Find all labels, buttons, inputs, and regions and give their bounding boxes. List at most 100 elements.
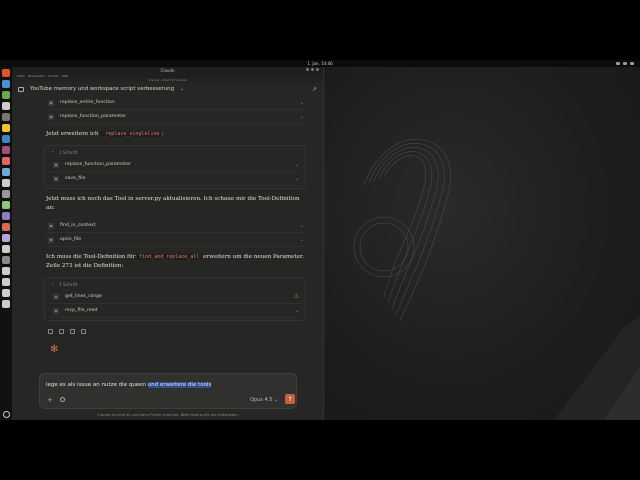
- sidebar-toggle-icon[interactable]: [18, 86, 24, 92]
- retry-icon[interactable]: [81, 329, 86, 334]
- claude-window: Claude Datei Bearbeiten Ansicht Hilfe Claud…: [12, 67, 324, 420]
- tool-name: get_lines_range: [65, 294, 102, 299]
- dock-app-icon[interactable]: [2, 256, 10, 264]
- message-composer[interactable]: lege es als issue an nutze die queen und…: [39, 373, 297, 409]
- chevron-down-icon: ⌄: [274, 397, 279, 403]
- close-icon[interactable]: [316, 68, 319, 71]
- dock-app-icon[interactable]: [2, 234, 10, 242]
- chevron-down-icon: ⌄: [294, 161, 299, 168]
- power-icon[interactable]: [2, 411, 10, 418]
- dock-app-icon[interactable]: [2, 135, 10, 143]
- tool-name: replace_function_parameter: [65, 162, 131, 167]
- dock-app-icon[interactable]: [2, 146, 10, 154]
- tool-call-row[interactable]: Mopen_file ⌄: [44, 233, 306, 247]
- model-selector[interactable]: Opus 4.5 ⌄: [250, 397, 278, 403]
- tool-name: replace_entire_function: [60, 100, 115, 105]
- tool-call-row[interactable]: Msave_file ⌄: [49, 172, 301, 186]
- tool-list: Gget_lines_range ⚠ Mmcp_file_read ⌄: [49, 290, 301, 318]
- model-name: Opus 4.5: [250, 397, 273, 403]
- dock-app-icon[interactable]: [2, 267, 10, 275]
- clock-icon[interactable]: [60, 397, 65, 402]
- menu-item[interactable]: Hilfe: [62, 74, 69, 78]
- message-text: Ich muss die Tool-Definition für: [46, 254, 136, 260]
- chevron-up-icon: ⌃: [51, 282, 55, 288]
- window-subtitle: Claude – Chat mit Claude: [148, 78, 187, 82]
- tool-call-row[interactable]: Mmcp_file_read ⌄: [49, 304, 301, 318]
- minimize-icon[interactable]: [306, 68, 309, 71]
- dock-app-icon[interactable]: [2, 289, 10, 297]
- dock-app-icon[interactable]: [2, 168, 10, 176]
- dock-app-icon[interactable]: [2, 91, 10, 99]
- tool-name: open_file: [60, 237, 82, 242]
- tool-call-row[interactable]: Mreplace_entire_function ⌄: [44, 96, 306, 110]
- dock-app-icon[interactable]: [2, 278, 10, 286]
- tool-group-2: ⌃ 1 Schritt Gget_lines_range ⚠ Mmcp_file_r…: [44, 277, 306, 321]
- dock-app-icon[interactable]: [2, 300, 10, 308]
- step-count: 1 Schritt: [58, 282, 78, 288]
- share-icon[interactable]: ↗: [312, 86, 317, 93]
- clock[interactable]: 1. Jan. 14:46: [307, 61, 332, 66]
- dock-app-icon[interactable]: [2, 245, 10, 253]
- volume-icon[interactable]: [623, 62, 627, 65]
- copy-icon[interactable]: [48, 329, 53, 334]
- claude-spinner-icon: ✻: [50, 344, 59, 355]
- dock-app-icon[interactable]: [2, 157, 10, 165]
- dock-app-icon[interactable]: [2, 113, 10, 121]
- menu-item[interactable]: Bearbeiten: [28, 74, 44, 78]
- tool-group-header[interactable]: ⌃ 1 Schritt: [49, 280, 301, 290]
- dock: [0, 67, 12, 420]
- chevron-down-icon[interactable]: ⌄: [180, 86, 184, 92]
- chevron-down-icon: ⌄: [294, 175, 299, 182]
- desktop: 1. Jan. 14:46 Claude Datei Bearbeiten An…: [0, 60, 640, 420]
- chevron-down-icon: ⌄: [299, 222, 304, 229]
- chevron-up-icon: ⌃: [51, 150, 55, 156]
- thumbs-down-icon[interactable]: [70, 329, 75, 334]
- dock-app-icon[interactable]: [2, 212, 10, 220]
- system-tray[interactable]: [616, 60, 634, 67]
- menu-item[interactable]: Datei: [17, 74, 25, 78]
- disclaimer: Claude ist eine KI und kann Fehler mache…: [97, 412, 239, 417]
- message-text: :: [161, 131, 164, 137]
- send-button[interactable]: ↑: [285, 394, 295, 404]
- network-icon[interactable]: [616, 62, 620, 65]
- conversation-title[interactable]: YouTube memory und workspace script verb…: [30, 86, 174, 92]
- tool-icon: M: [48, 222, 54, 229]
- dock-app-icon[interactable]: [2, 201, 10, 209]
- thumbs-up-icon[interactable]: [59, 329, 64, 334]
- composer-input[interactable]: lege es als issue an nutze die queen und…: [46, 382, 212, 388]
- tool-icon: G: [53, 293, 59, 300]
- menu-item[interactable]: Ansicht: [48, 74, 59, 78]
- inline-code: _replace_singleline: [100, 131, 162, 137]
- dock-app-icon[interactable]: [2, 124, 10, 132]
- tool-name: find_in_context: [60, 223, 96, 228]
- assistant-message-2: Jetzt muss ich noch das Tool in server.p…: [46, 196, 300, 211]
- tool-call-row[interactable]: Mreplace_function_parameter ⌄: [49, 158, 301, 172]
- tool-icon: M: [53, 161, 59, 168]
- tool-call-row[interactable]: Gget_lines_range ⚠: [49, 290, 301, 304]
- plus-icon[interactable]: +: [47, 396, 53, 404]
- inline-code: find_and_replace_all: [137, 254, 202, 260]
- chat-transcript: Mreplace_entire_function ⌄ Mreplace_functi…: [44, 96, 306, 355]
- chevron-down-icon: ⌄: [299, 236, 304, 243]
- dock-app-icon[interactable]: [2, 190, 10, 198]
- dock-app-icon[interactable]: [2, 80, 10, 88]
- top-bar: 1. Jan. 14:46: [0, 60, 640, 67]
- tool-call-row[interactable]: Mfind_in_context ⌄: [44, 219, 306, 233]
- battery-icon[interactable]: [630, 62, 634, 65]
- message-text: Jetzt erweitere ich: [46, 131, 99, 137]
- tool-icon: M: [48, 113, 54, 120]
- dock-app-icon[interactable]: [2, 179, 10, 187]
- dock-app-icon[interactable]: [2, 102, 10, 110]
- maximize-icon[interactable]: [311, 68, 314, 71]
- message-actions: [48, 329, 306, 334]
- dock-app-icon[interactable]: [2, 223, 10, 231]
- tool-list-mid: Mfind_in_context ⌄ Mopen_file ⌄: [44, 219, 306, 247]
- tool-icon: M: [53, 175, 59, 182]
- tool-call-row[interactable]: Mreplace_function_parameter ⌄: [44, 110, 306, 124]
- assistant-message-1: Jetzt erweitere ich _replace_singleline:: [46, 130, 306, 139]
- chevron-down-icon: ⌄: [299, 113, 304, 120]
- chevron-down-icon: ⌄: [299, 99, 304, 106]
- assistant-message-3: Ich muss die Tool-Definition für find_an…: [46, 253, 306, 271]
- dock-app-icon[interactable]: [2, 69, 10, 77]
- tool-group-header[interactable]: ⌃ 1 Schritt: [49, 148, 301, 158]
